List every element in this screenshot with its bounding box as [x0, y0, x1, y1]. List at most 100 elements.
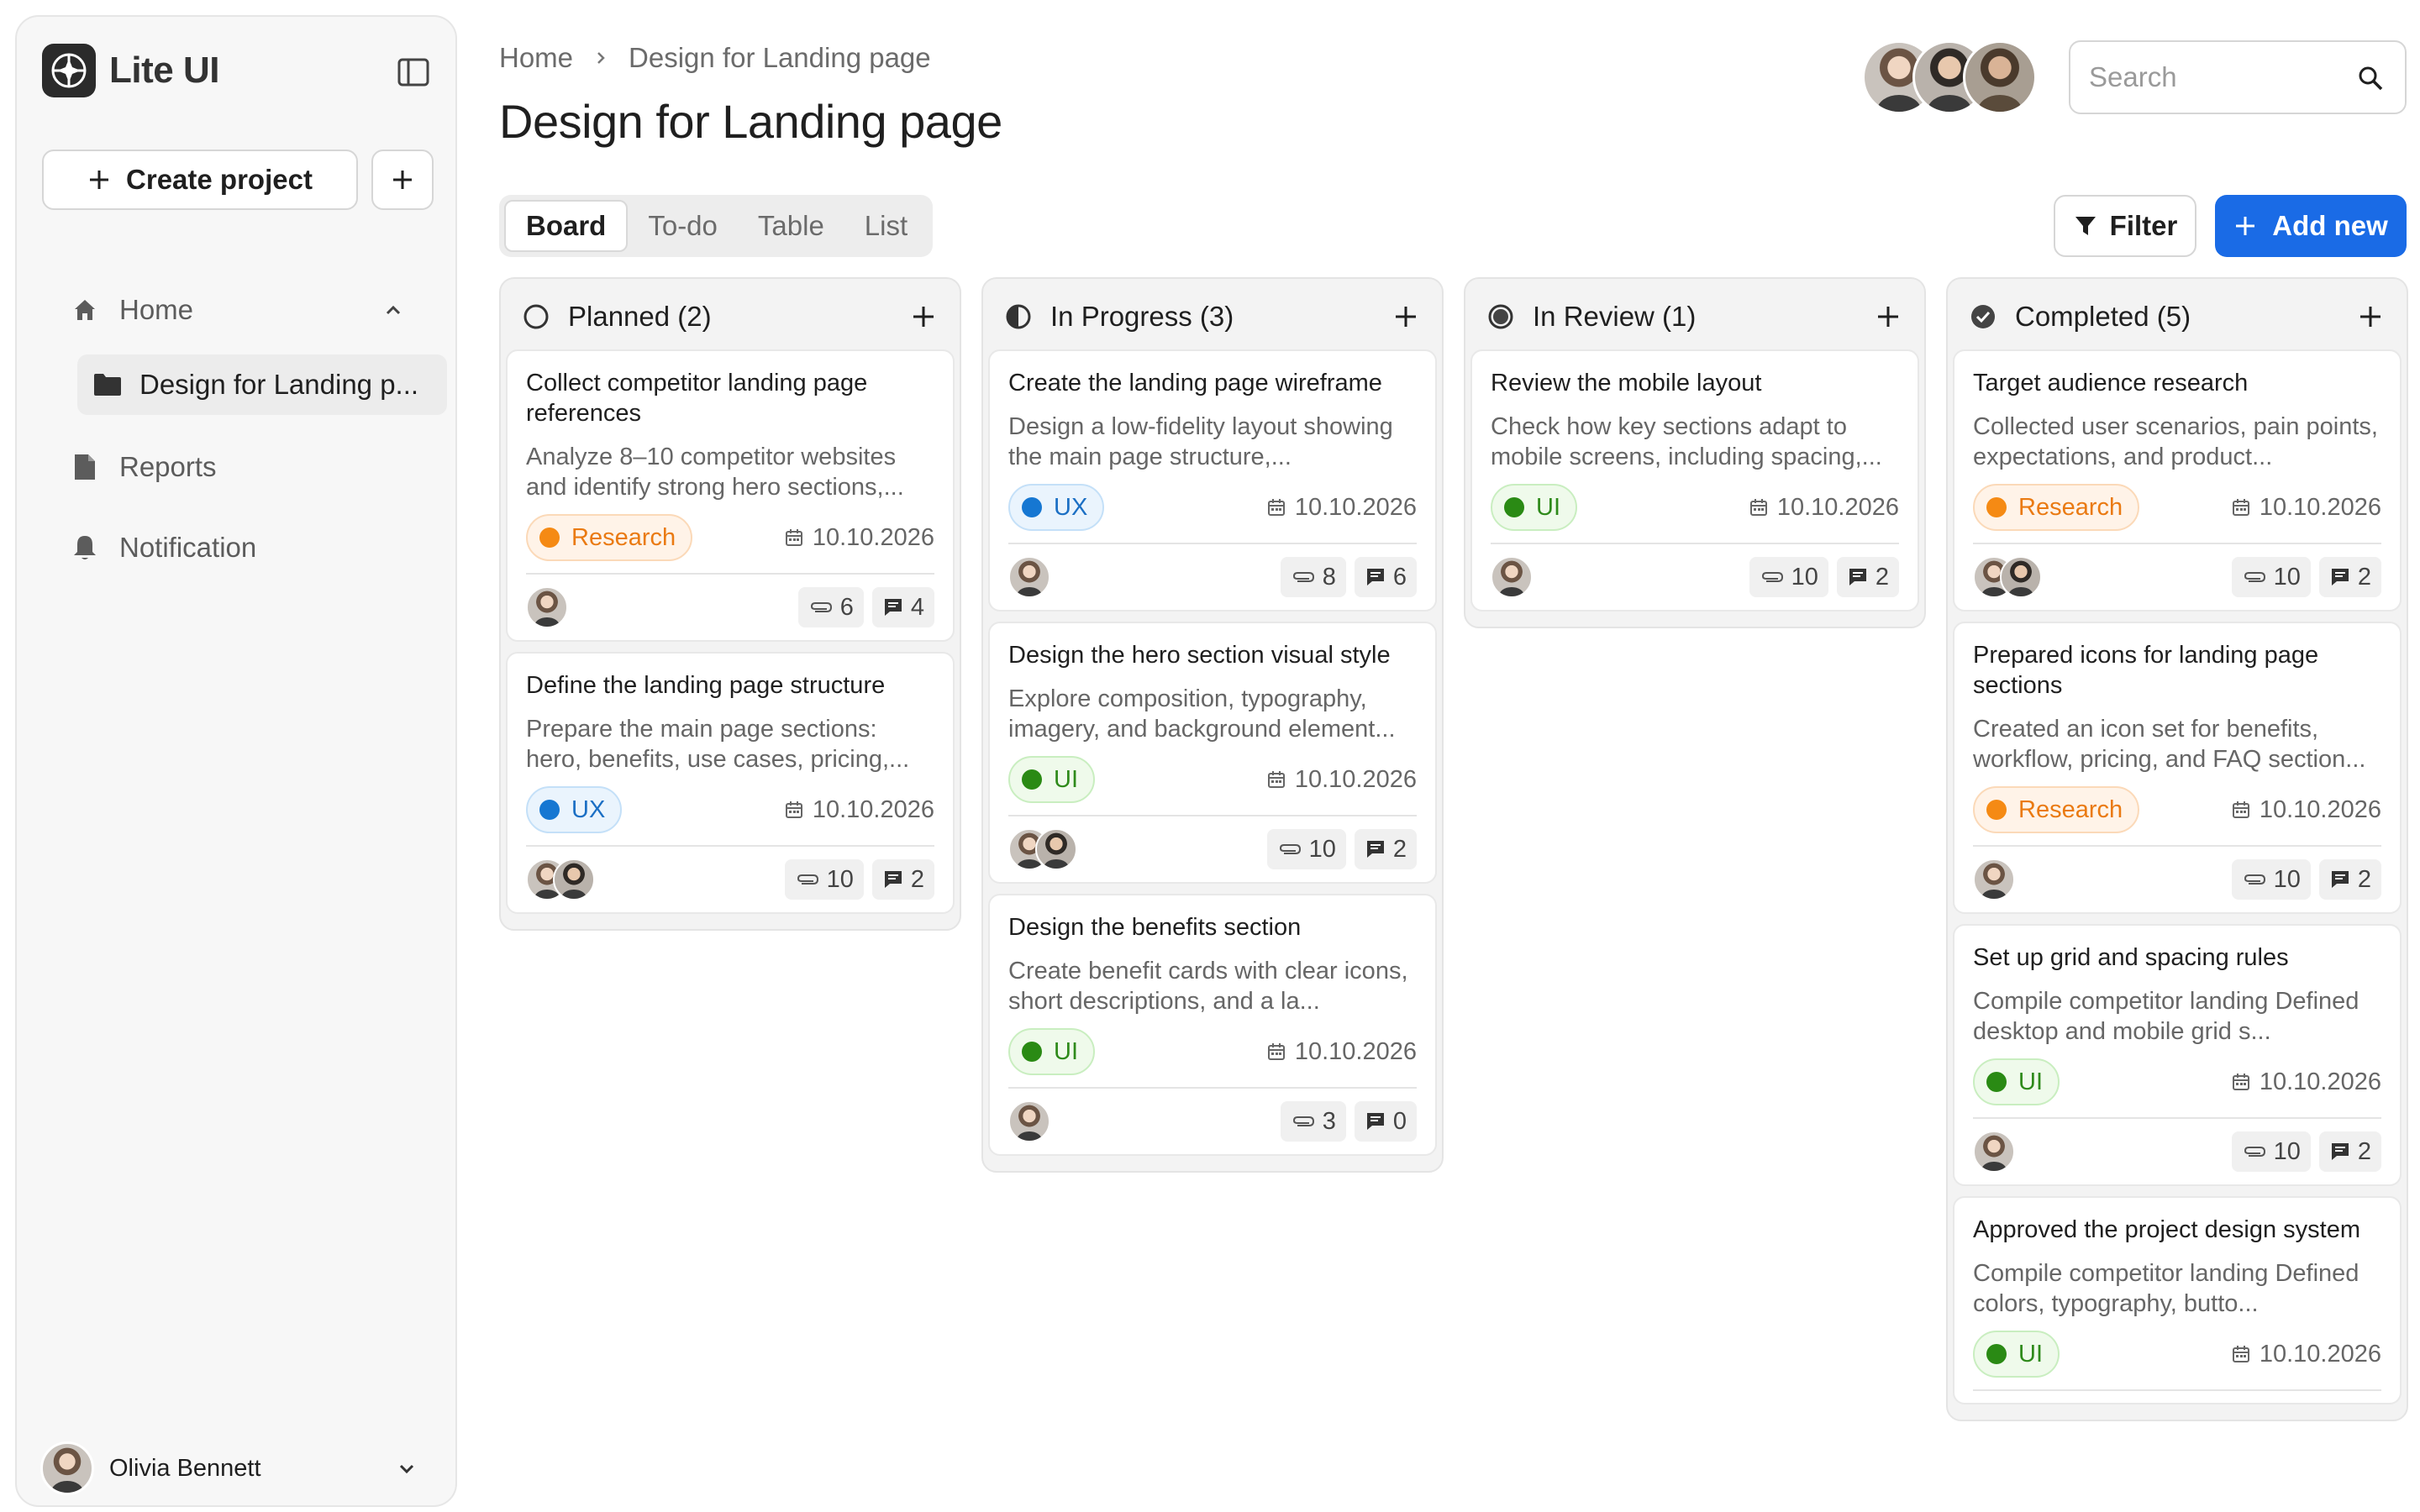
chevron-right-icon	[592, 49, 610, 67]
attachment-count[interactable]: 10	[1749, 557, 1828, 597]
filter-icon	[2075, 217, 2096, 235]
comment-count[interactable]: 2	[2318, 557, 2381, 597]
attachment-count[interactable]: 10	[784, 859, 864, 900]
quick-add-button[interactable]	[371, 150, 434, 210]
task-card[interactable]: Set up grid and spacing rules Compile com…	[1953, 924, 2402, 1186]
assignee-avatars[interactable]	[526, 586, 568, 628]
paperclip-icon	[1760, 569, 1785, 585]
add-card-icon[interactable]	[2358, 304, 2383, 329]
filter-button[interactable]: Filter	[2054, 195, 2196, 257]
sidebar-item-current-project[interactable]: Design for Landing p...	[77, 354, 447, 415]
circle-check-icon	[1968, 302, 1998, 332]
assignee-avatars[interactable]	[1008, 1100, 1050, 1142]
comment-count[interactable]: 2	[871, 859, 934, 900]
assignee-avatars[interactable]	[1973, 858, 2015, 900]
due-date: 10.10.2026	[1749, 494, 1899, 522]
comment-count[interactable]: 6	[1354, 557, 1417, 597]
attachment-count[interactable]: 3	[1280, 1101, 1346, 1142]
search-input[interactable]	[2089, 61, 2341, 93]
comment-count[interactable]: 2	[2318, 1131, 2381, 1172]
task-card[interactable]: Design the hero section visual style Expl…	[988, 622, 1437, 884]
tag-badge[interactable]: UI	[1973, 1331, 2060, 1378]
app-logo[interactable]: Lite UI	[42, 44, 219, 97]
add-card-icon[interactable]	[1393, 304, 1418, 329]
attachment-count[interactable]: 10	[1266, 829, 1346, 869]
calendar-icon	[1266, 497, 1286, 517]
chevron-down-icon[interactable]	[395, 1457, 418, 1480]
tag-badge[interactable]: UI	[1008, 1028, 1095, 1075]
tag-dot-icon	[1986, 497, 2007, 517]
assignee-avatars[interactable]	[1973, 556, 2042, 598]
comment-count[interactable]: 4	[871, 587, 934, 627]
comment-count[interactable]: 2	[2318, 859, 2381, 900]
paperclip-icon	[1277, 841, 1302, 858]
task-card[interactable]: Target audience research Collected user s…	[1953, 349, 2402, 612]
card-description: Analyze 8–10 competitor websites and ide…	[526, 444, 904, 501]
user-menu[interactable]: Olivia Bennett	[40, 1438, 435, 1499]
comment-count[interactable]: 2	[1836, 557, 1899, 597]
tag-badge[interactable]: UI	[1008, 756, 1095, 803]
sidebar-item-label: Home	[119, 294, 194, 325]
tag-badge[interactable]: Research	[526, 514, 693, 561]
due-date-value: 10.10.2026	[1294, 1037, 1417, 1065]
add-card-icon[interactable]	[911, 304, 936, 329]
comment-count-value: 2	[910, 865, 924, 893]
chevron-up-icon[interactable]	[381, 298, 405, 322]
assignee-avatars[interactable]	[1008, 828, 1077, 870]
comment-icon	[1365, 566, 1386, 588]
assignee-avatars[interactable]	[1973, 1131, 2015, 1173]
card-footer: 10 2	[1973, 1131, 2381, 1173]
comment-icon	[1365, 838, 1386, 860]
comment-count[interactable]: 2	[1354, 829, 1417, 869]
task-card[interactable]: Approved the project design system Compil…	[1953, 1196, 2402, 1404]
tab-board[interactable]: Board	[504, 200, 629, 252]
tag-badge[interactable]: UI	[1491, 484, 1577, 531]
task-card[interactable]: Create the landing page wireframe Design …	[988, 349, 1437, 612]
tag-label: UI	[1536, 493, 1560, 521]
tab-todo[interactable]: To-do	[628, 200, 738, 252]
comment-count-value: 6	[1392, 563, 1407, 591]
attachment-count-value: 6	[839, 593, 854, 621]
attachment-count[interactable]: 6	[797, 587, 864, 627]
comment-count[interactable]: 0	[1354, 1101, 1417, 1142]
task-card[interactable]: Design the benefits section Create benefi…	[988, 894, 1437, 1156]
task-card[interactable]: Review the mobile layout Check how key se…	[1470, 349, 1919, 612]
tag-badge[interactable]: Research	[1973, 786, 2140, 833]
paperclip-icon	[795, 871, 820, 888]
due-date-value: 10.10.2026	[2259, 1068, 2381, 1095]
tag-badge[interactable]: UX	[526, 786, 623, 833]
add-new-button[interactable]: Add new	[2215, 195, 2407, 257]
task-card[interactable]: Define the landing page structure Prepare…	[506, 652, 955, 914]
attachment-count[interactable]: 10	[2231, 557, 2311, 597]
search-icon[interactable]	[2356, 64, 2385, 92]
tab-table[interactable]: Table	[738, 200, 844, 252]
assignee-avatars[interactable]	[1491, 556, 1533, 598]
team-avatars[interactable]	[1862, 40, 2037, 114]
assignee-avatars[interactable]	[526, 858, 595, 900]
due-date: 10.10.2026	[784, 796, 934, 824]
board-column: In Review (1) Review the mobile layout Che…	[1464, 277, 1926, 628]
attachment-count[interactable]: 8	[1280, 557, 1346, 597]
calendar-icon	[1266, 1042, 1286, 1062]
sidebar-toggle-icon[interactable]	[395, 54, 432, 91]
calendar-icon	[2231, 800, 2251, 820]
sidebar-item-notification[interactable]: Notification	[42, 517, 434, 578]
tag-badge[interactable]: Research	[1973, 484, 2140, 531]
attachment-count-value: 10	[2273, 865, 2301, 893]
tag-badge[interactable]: UX	[1008, 484, 1105, 531]
create-project-button[interactable]: Create project	[42, 150, 358, 210]
attachment-count[interactable]: 10	[2231, 859, 2311, 900]
sidebar-item-home[interactable]: Home	[42, 280, 434, 340]
card-footer: 64	[526, 586, 934, 628]
sidebar-item-reports[interactable]: Reports	[42, 437, 434, 497]
tag-label: Research	[2018, 795, 2123, 823]
tag-badge[interactable]: UI	[1973, 1058, 2060, 1105]
attachment-count[interactable]: 10	[2231, 1131, 2311, 1172]
breadcrumb-home[interactable]: Home	[499, 42, 573, 74]
task-card[interactable]: Prepared icons for landing page sections…	[1953, 622, 2402, 914]
assignee-avatars[interactable]	[1008, 556, 1050, 598]
task-card[interactable]: Collect competitor landing page referenc…	[506, 349, 955, 642]
add-card-icon[interactable]	[1876, 304, 1901, 329]
view-tabs: Board To-do Table List	[499, 195, 934, 257]
tab-list[interactable]: List	[844, 200, 928, 252]
